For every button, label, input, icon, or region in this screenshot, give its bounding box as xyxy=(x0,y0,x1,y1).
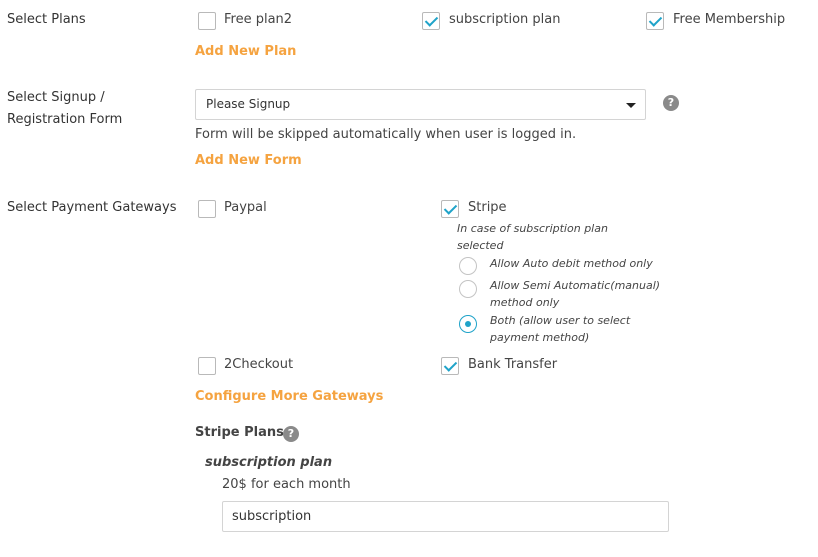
radio-auto-debit[interactable] xyxy=(459,257,477,275)
plan-label-free-plan2: Free plan2 xyxy=(224,12,293,27)
select-plans-label: Select Plans xyxy=(7,12,86,27)
stripe-note-line2: selected xyxy=(457,239,504,252)
signup-help-icon[interactable]: ? xyxy=(663,95,679,111)
radio-both[interactable] xyxy=(459,315,477,333)
configure-more-gateways-link[interactable]: Configure More Gateways xyxy=(195,389,383,404)
stripe-plan-price: 20$ for each month xyxy=(222,477,351,492)
chevron-down-icon xyxy=(626,103,636,108)
stripe-plan-name: subscription plan xyxy=(205,455,333,470)
stripe-plan-id-input[interactable] xyxy=(222,501,669,532)
gateway-label-paypal: Paypal xyxy=(224,200,267,215)
signup-form-select[interactable]: Please Signup xyxy=(195,89,646,120)
radio-semi-automatic-label-line2: method only xyxy=(490,296,560,309)
radio-semi-automatic[interactable] xyxy=(459,280,477,298)
radio-semi-automatic-label-line1: Allow Semi Automatic(manual) xyxy=(490,279,661,292)
radio-both-label-line2: payment method) xyxy=(490,331,590,344)
select-payment-gateways-label: Select Payment Gateways xyxy=(7,200,177,215)
plan-checkbox-free-plan2[interactable] xyxy=(198,12,216,30)
stripe-plans-title: Stripe Plans xyxy=(195,425,284,440)
plan-label-free-membership: Free Membership xyxy=(673,12,786,27)
select-signup-label-line2: Registration Form xyxy=(7,112,123,127)
gateway-checkbox-bank-transfer[interactable] xyxy=(441,357,459,375)
select-signup-label-line1: Select Signup / xyxy=(7,90,105,105)
gateway-checkbox-stripe[interactable] xyxy=(441,200,459,218)
plan-label-subscription-plan: subscription plan xyxy=(449,12,561,27)
gateway-label-bank-transfer: Bank Transfer xyxy=(468,357,558,372)
gateway-label-2checkout: 2Checkout xyxy=(224,357,294,372)
gateway-checkbox-paypal[interactable] xyxy=(198,200,216,218)
radio-both-label-line1: Both (allow user to select xyxy=(490,314,631,327)
gateway-label-stripe: Stripe xyxy=(468,200,507,215)
radio-auto-debit-label: Allow Auto debit method only xyxy=(490,257,653,270)
add-new-form-link[interactable]: Add New Form xyxy=(195,153,302,168)
gateway-checkbox-2checkout[interactable] xyxy=(198,357,216,375)
signup-form-select-value: Please Signup xyxy=(206,97,291,111)
plan-checkbox-free-membership[interactable] xyxy=(646,12,664,30)
stripe-note-line1: In case of subscription plan xyxy=(457,222,608,235)
signup-note: Form will be skipped automatically when … xyxy=(195,127,577,142)
stripe-plans-help-icon[interactable]: ? xyxy=(283,426,299,442)
plan-checkbox-subscription-plan[interactable] xyxy=(422,12,440,30)
add-new-plan-link[interactable]: Add New Plan xyxy=(195,44,296,59)
